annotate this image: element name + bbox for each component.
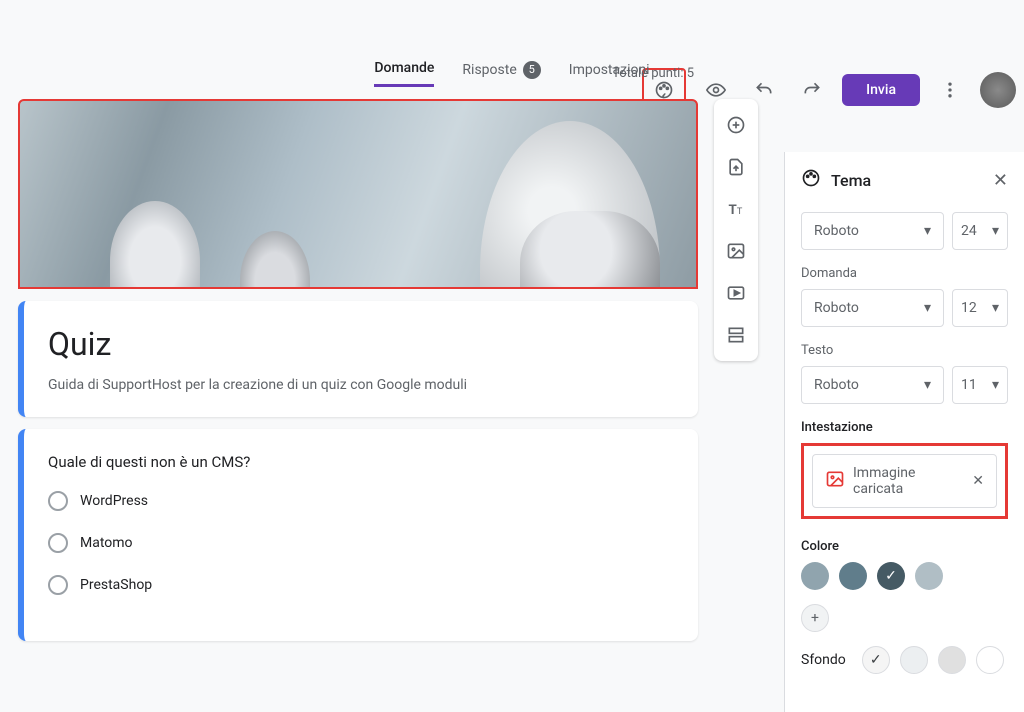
bg-swatch[interactable] <box>900 646 928 674</box>
panel-title-text: Tema <box>831 171 871 190</box>
svg-text:T: T <box>729 203 737 218</box>
chevron-down-icon: ▾ <box>924 223 931 239</box>
radio-icon[interactable] <box>48 533 68 553</box>
header-font-row: Roboto ▾ 24 ▾ <box>801 212 1008 250</box>
option-label[interactable]: WordPress <box>80 493 148 509</box>
remove-image-icon[interactable]: ✕ <box>972 473 984 489</box>
option-row[interactable]: WordPress <box>48 491 674 511</box>
side-toolbar: TT <box>714 99 758 361</box>
form-column: Quiz Guida di SupportHost per la creazio… <box>18 99 698 641</box>
add-color-button[interactable]: + <box>801 604 829 632</box>
radio-icon[interactable] <box>48 491 68 511</box>
import-question-icon[interactable] <box>718 149 754 185</box>
add-section-icon[interactable] <box>718 317 754 353</box>
bg-label: Sfondo <box>801 652 846 668</box>
question-card[interactable]: Quale di questi non è un CMS? WordPress … <box>18 429 698 641</box>
option-label[interactable]: Matomo <box>80 535 133 551</box>
image-chip-highlight: Immagine caricata ✕ <box>801 443 1008 519</box>
bg-swatch[interactable]: ✓ <box>862 646 890 674</box>
image-loaded-chip[interactable]: Immagine caricata ✕ <box>812 454 997 508</box>
color-row: ✓ <box>801 562 1008 590</box>
color-swatch[interactable]: ✓ <box>877 562 905 590</box>
radio-icon[interactable] <box>48 575 68 595</box>
add-title-icon[interactable]: TT <box>718 191 754 227</box>
header-image[interactable] <box>18 99 698 289</box>
question-size-select[interactable]: 12 ▾ <box>952 289 1008 327</box>
chevron-down-icon: ▾ <box>992 377 999 393</box>
question-font-row: Roboto ▾ 12 ▾ <box>801 289 1008 327</box>
panel-header: Tema ✕ <box>801 168 1008 192</box>
form-title[interactable]: Quiz <box>48 325 674 363</box>
total-points: Totale punti: 5 <box>612 66 694 81</box>
text-label: Testo <box>801 343 1008 358</box>
color-swatch[interactable] <box>839 562 867 590</box>
background-row: Sfondo ✓ <box>801 646 1008 674</box>
image-chip-label: Immagine caricata <box>853 465 964 497</box>
text-font-row: Roboto ▾ 11 ▾ <box>801 366 1008 404</box>
svg-text:T: T <box>737 207 743 217</box>
chevron-down-icon: ▾ <box>924 300 931 316</box>
tabs: Domande Risposte 5 Impostazioni Totale p… <box>0 60 1024 87</box>
chevron-down-icon: ▾ <box>924 377 931 393</box>
responses-count-badge: 5 <box>523 61 541 79</box>
option-row[interactable]: Matomo <box>48 533 674 553</box>
text-size-select[interactable]: 11 ▾ <box>952 366 1008 404</box>
header-section-label: Intestazione <box>801 420 1008 435</box>
chevron-down-icon: ▾ <box>992 223 999 239</box>
chevron-down-icon: ▾ <box>992 300 999 316</box>
color-label: Colore <box>801 539 1008 554</box>
question-font-select[interactable]: Roboto ▾ <box>801 289 944 327</box>
text-font-select[interactable]: Roboto ▾ <box>801 366 944 404</box>
question-label: Domanda <box>801 266 1008 281</box>
color-swatch[interactable] <box>801 562 829 590</box>
image-icon <box>825 469 845 493</box>
title-card[interactable]: Quiz Guida di SupportHost per la creazio… <box>18 301 698 417</box>
theme-panel: Tema ✕ Roboto ▾ 24 ▾ Domanda Roboto ▾ 12… <box>784 152 1024 712</box>
panel-title: Tema <box>801 168 871 192</box>
option-label[interactable]: PrestaShop <box>80 577 152 593</box>
bg-swatch[interactable] <box>976 646 1004 674</box>
close-icon[interactable]: ✕ <box>993 170 1008 191</box>
bg-swatch[interactable] <box>938 646 966 674</box>
color-swatch[interactable] <box>915 562 943 590</box>
question-text[interactable]: Quale di questi non è un CMS? <box>48 453 674 471</box>
palette-icon <box>801 168 821 192</box>
header-size-select[interactable]: 24 ▾ <box>952 212 1008 250</box>
form-description[interactable]: Guida di SupportHost per la creazione di… <box>48 377 674 393</box>
add-image-icon[interactable] <box>718 233 754 269</box>
add-question-icon[interactable] <box>718 107 754 143</box>
header-font-select[interactable]: Roboto ▾ <box>801 212 944 250</box>
add-video-icon[interactable] <box>718 275 754 311</box>
tab-responses-label: Risposte <box>462 62 516 78</box>
option-row[interactable]: PrestaShop <box>48 575 674 595</box>
tab-responses[interactable]: Risposte 5 <box>462 61 540 87</box>
tab-questions[interactable]: Domande <box>374 60 434 87</box>
